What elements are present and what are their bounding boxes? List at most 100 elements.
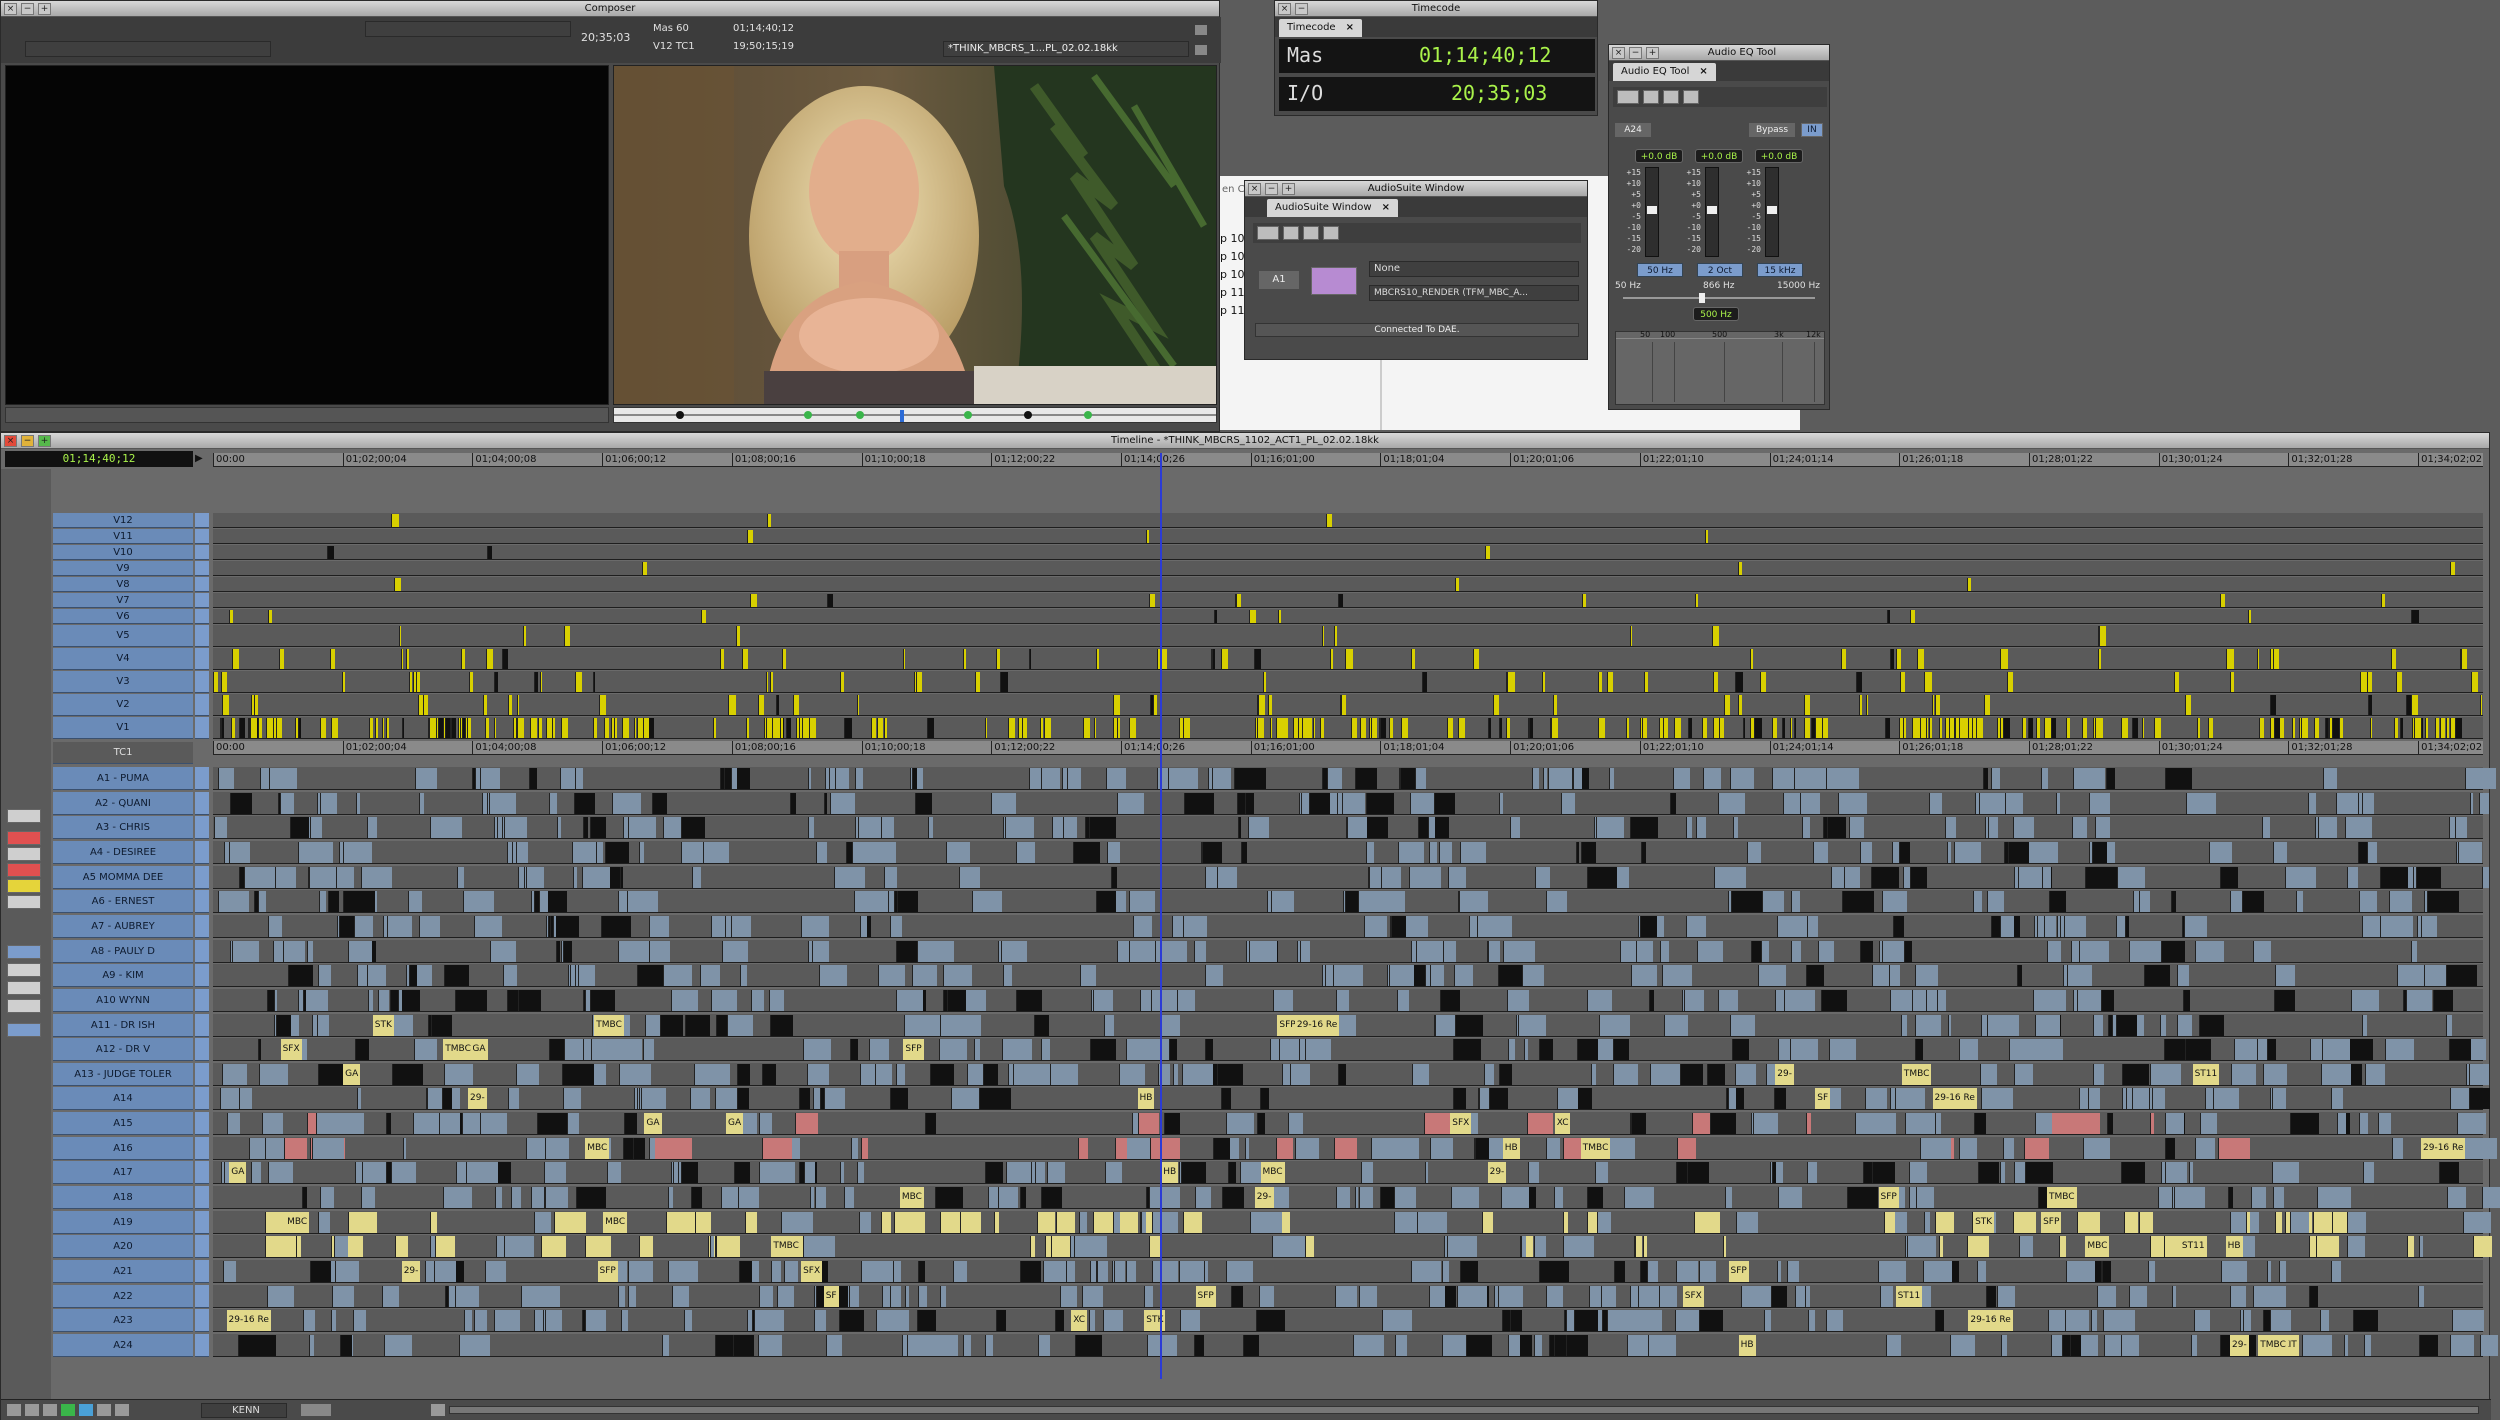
clip-label[interactable]: STK: [1973, 1211, 1995, 1233]
clip-segment[interactable]: [1129, 718, 1136, 738]
clip-segment[interactable]: [1028, 649, 1032, 669]
clip-segment[interactable]: [1160, 768, 1168, 789]
clip-segment[interactable]: [1132, 915, 1152, 937]
clip-segment[interactable]: [1003, 965, 1012, 987]
clip-segment[interactable]: [391, 1063, 424, 1085]
clip-segment[interactable]: [302, 989, 307, 1011]
clip-segment[interactable]: [689, 1088, 711, 1110]
clip-segment[interactable]: [1749, 649, 1753, 669]
clip-segment[interactable]: [1079, 965, 1096, 987]
clip-segment[interactable]: [353, 915, 373, 937]
clip-segment[interactable]: [1439, 841, 1453, 863]
clip-segment[interactable]: [939, 1039, 968, 1061]
zoom-button[interactable]: +: [1282, 183, 1295, 195]
clip-segment[interactable]: [1117, 792, 1144, 814]
clip-segment[interactable]: [1688, 718, 1692, 738]
clip-segment[interactable]: [560, 718, 568, 738]
clip-segment[interactable]: [1846, 1187, 1879, 1209]
clip-segment[interactable]: [2138, 1211, 2154, 1233]
clip-segment[interactable]: [539, 891, 548, 913]
clip-segment[interactable]: [1239, 1162, 1263, 1184]
clip-segment[interactable]: [462, 1113, 481, 1135]
clip-segment[interactable]: [593, 718, 597, 738]
clip-segment[interactable]: [1976, 1261, 1987, 1282]
clip-segment[interactable]: [2308, 792, 2317, 814]
clip-segment[interactable]: [738, 1261, 752, 1282]
clip-segment[interactable]: [1088, 1310, 1096, 1332]
clip-segment[interactable]: [848, 1285, 859, 1307]
clip-segment[interactable]: [1950, 1334, 1976, 1356]
clip-segment[interactable]: [2050, 718, 2057, 738]
clip-segment[interactable]: [890, 915, 902, 937]
clip-segment[interactable]: [737, 1088, 749, 1110]
clip-segment[interactable]: [2058, 1236, 2066, 1258]
bypass-button[interactable]: Bypass: [1749, 123, 1795, 137]
clip-segment[interactable]: [1354, 1187, 1359, 1209]
clip-segment[interactable]: [984, 1334, 994, 1356]
clip-segment[interactable]: [228, 610, 234, 623]
clip-segment[interactable]: [870, 718, 877, 738]
track-selector[interactable]: A24: [53, 1333, 193, 1357]
clip-segment[interactable]: [1987, 891, 2004, 913]
clip-segment[interactable]: [590, 989, 615, 1011]
clip-segment[interactable]: [442, 1088, 453, 1110]
clip-segment[interactable]: [1386, 891, 1405, 913]
clip-segment[interactable]: [577, 965, 596, 987]
clip-segment[interactable]: [335, 866, 354, 888]
track-lock-icon[interactable]: [195, 1136, 209, 1160]
clip-segment[interactable]: [614, 718, 617, 738]
clip-segment[interactable]: [310, 1261, 331, 1282]
mid-band-button[interactable]: 2 Oct: [1697, 263, 1743, 277]
track-selector[interactable]: A15: [53, 1112, 193, 1136]
clip-segment[interactable]: [997, 1187, 1010, 1209]
clip-segment[interactable]: [562, 1088, 582, 1110]
clip-segment[interactable]: [2219, 866, 2239, 888]
clip-segment[interactable]: [1146, 1334, 1177, 1356]
clip-segment[interactable]: [1607, 672, 1613, 692]
clip-segment[interactable]: [512, 718, 516, 738]
clip-label[interactable]: STK: [1144, 1310, 1166, 1332]
clip-segment[interactable]: [2231, 1063, 2256, 1085]
clip-segment[interactable]: [1546, 891, 1567, 913]
clip-segment[interactable]: [493, 718, 497, 738]
clip-segment[interactable]: [534, 672, 539, 692]
eject-icon[interactable]: [115, 1404, 129, 1416]
mid-gain-fader[interactable]: [1705, 167, 1719, 257]
clip-segment[interactable]: [2410, 695, 2419, 715]
clip-label[interactable]: 29-: [1775, 1063, 1794, 1085]
clip-segment[interactable]: [1094, 718, 1097, 738]
clip-segment[interactable]: [1138, 1113, 1159, 1135]
clip-segment[interactable]: [2420, 718, 2423, 738]
clip-segment[interactable]: [2446, 965, 2478, 987]
clip-segment[interactable]: [2347, 1211, 2367, 1233]
clip-segment[interactable]: [2347, 866, 2358, 888]
clip-label[interactable]: XC: [1554, 1113, 1571, 1135]
clip-segment[interactable]: [903, 649, 906, 669]
clip-segment[interactable]: [268, 1162, 293, 1184]
chevron-down-icon[interactable]: [97, 1404, 111, 1416]
clip-segment[interactable]: [2285, 866, 2316, 888]
track-selector[interactable]: A20: [53, 1235, 193, 1259]
clip-segment[interactable]: [2213, 1088, 2239, 1110]
clip-segment[interactable]: [1055, 1211, 1076, 1233]
clip-segment[interactable]: [1484, 1063, 1494, 1085]
clip-segment[interactable]: [917, 940, 949, 962]
clip-segment[interactable]: [2106, 768, 2115, 789]
track-lock-icon[interactable]: [195, 890, 209, 914]
clip-segment[interactable]: [1664, 1014, 1689, 1036]
track-lock-icon[interactable]: [195, 513, 209, 528]
track-menu-button[interactable]: [7, 809, 41, 823]
clip-label[interactable]: MBC: [603, 1211, 628, 1233]
clip-segment[interactable]: [1272, 1236, 1306, 1258]
clip-segment[interactable]: [1804, 1285, 1810, 1307]
track-lock-icon[interactable]: [195, 561, 209, 576]
clip-segment[interactable]: [1612, 1039, 1629, 1061]
clip-segment[interactable]: [738, 1187, 759, 1209]
clip-segment[interactable]: [1563, 1137, 1582, 1159]
clip-segment[interactable]: [2418, 1236, 2423, 1258]
clip-label[interactable]: SFP: [1728, 1261, 1749, 1282]
clip-segment[interactable]: [2411, 610, 2419, 623]
clip-segment[interactable]: [1164, 1113, 1181, 1135]
clip-segment[interactable]: [940, 1014, 961, 1036]
clip-segment[interactable]: [2457, 841, 2482, 863]
